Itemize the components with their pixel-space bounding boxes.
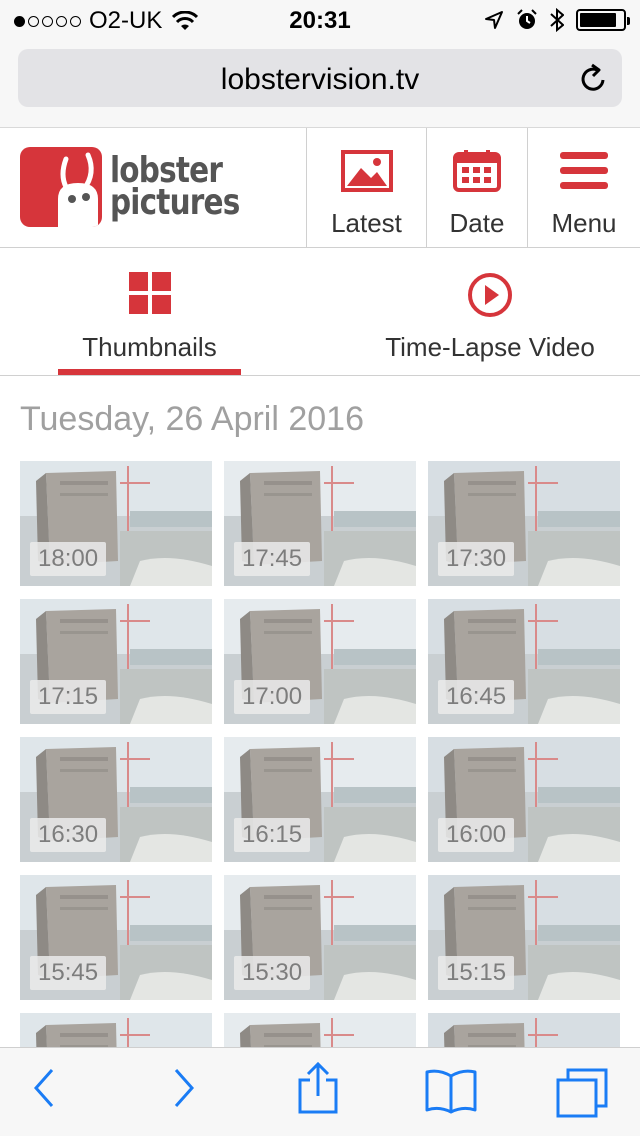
address-bar-area: lobstervision.tv bbox=[0, 40, 640, 128]
thumbnail[interactable]: 16:30 bbox=[20, 737, 212, 862]
tab-thumbnails[interactable]: Thumbnails bbox=[58, 248, 241, 376]
logo-line2: pictures bbox=[110, 182, 240, 223]
thumbnail-time-label: 17:00 bbox=[234, 680, 311, 714]
tab-time-lapse-label: Time-Lapse Video bbox=[385, 332, 595, 362]
battery-icon bbox=[576, 9, 630, 31]
share-icon[interactable] bbox=[296, 1062, 340, 1114]
thumbnail-time-label: 16:30 bbox=[30, 818, 107, 852]
alarm-icon bbox=[517, 9, 537, 29]
bookmarks-icon[interactable] bbox=[424, 1068, 478, 1114]
view-tabs: Thumbnails Time-Lapse Video bbox=[0, 248, 640, 376]
thumbnail[interactable] bbox=[428, 1013, 620, 1047]
thumbnail-time-label: 17:30 bbox=[438, 542, 515, 576]
thumbnail[interactable]: 15:30 bbox=[224, 875, 416, 1000]
tab-thumbnails-label: Thumbnails bbox=[82, 332, 217, 362]
nav-latest-label: Latest bbox=[331, 208, 402, 238]
thumbnail-time-label: 16:00 bbox=[438, 818, 515, 852]
thumbnail[interactable]: 16:45 bbox=[428, 599, 620, 724]
thumbnail[interactable]: 15:45 bbox=[20, 875, 212, 1000]
thumbnail[interactable]: 16:00 bbox=[428, 737, 620, 862]
thumbnail-time-label: 16:45 bbox=[438, 680, 515, 714]
grid-icon bbox=[128, 272, 171, 314]
thumbnail[interactable]: 17:15 bbox=[20, 599, 212, 724]
thumbnail[interactable]: 17:00 bbox=[224, 599, 416, 724]
active-tab-indicator bbox=[58, 369, 241, 375]
site-header: lobster pictures Latest Date Menu bbox=[0, 128, 640, 248]
logo-text: lobster pictures bbox=[110, 153, 240, 223]
thumbnail-grid: 18:00 17:45 17:30 17:15 17:00 16:45 16:30 16:15… bbox=[20, 461, 620, 1047]
bluetooth-icon bbox=[550, 8, 564, 32]
tabs-icon[interactable] bbox=[556, 1068, 608, 1118]
date-heading: Tuesday, 26 April 2016 bbox=[20, 400, 365, 438]
thumbnail-time-label: 17:15 bbox=[30, 680, 107, 714]
reload-icon[interactable] bbox=[580, 63, 608, 93]
nav-latest-button[interactable]: Latest bbox=[306, 128, 426, 248]
thumbnail[interactable]: 16:15 bbox=[224, 737, 416, 862]
image-icon bbox=[340, 150, 393, 192]
site-logo[interactable]: lobster pictures bbox=[20, 147, 268, 227]
thumbnail-time-label: 15:30 bbox=[234, 956, 311, 990]
calendar-icon bbox=[453, 150, 501, 192]
url-text: lobstervision.tv bbox=[220, 63, 420, 96]
status-bar: O2-UK 20:31 bbox=[0, 0, 640, 40]
thumbnail-time-label: 15:45 bbox=[30, 956, 107, 990]
back-icon[interactable] bbox=[32, 1066, 56, 1110]
browser-toolbar bbox=[0, 1047, 640, 1136]
forward-icon[interactable] bbox=[172, 1066, 196, 1110]
nav-menu-label: Menu bbox=[551, 208, 617, 238]
thumbnail[interactable]: 17:30 bbox=[428, 461, 620, 586]
status-right bbox=[484, 8, 630, 32]
thumbnail[interactable]: 15:15 bbox=[428, 875, 620, 1000]
thumbnail[interactable]: 18:00 bbox=[20, 461, 212, 586]
thumbnail[interactable] bbox=[20, 1013, 212, 1047]
construction-photo bbox=[20, 1013, 212, 1047]
construction-photo bbox=[428, 1013, 620, 1047]
tab-time-lapse-video[interactable]: Time-Lapse Video bbox=[370, 248, 610, 376]
thumbnail-time-label: 18:00 bbox=[30, 542, 107, 576]
location-icon bbox=[485, 11, 503, 29]
nav-date-button[interactable]: Date bbox=[426, 128, 527, 248]
play-icon bbox=[468, 273, 512, 317]
nav-menu-button[interactable]: Menu bbox=[527, 128, 640, 248]
construction-photo bbox=[224, 1013, 416, 1047]
hamburger-icon bbox=[560, 152, 608, 189]
thumbnail-time-label: 15:15 bbox=[438, 956, 515, 990]
thumbnail-time-label: 16:15 bbox=[234, 818, 311, 852]
thumbnail[interactable]: 17:45 bbox=[224, 461, 416, 586]
thumbnail-time-label: 17:45 bbox=[234, 542, 311, 576]
thumbnail[interactable] bbox=[224, 1013, 416, 1047]
lobster-logo-icon bbox=[20, 147, 102, 227]
address-bar[interactable]: lobstervision.tv bbox=[18, 49, 622, 107]
nav-date-label: Date bbox=[449, 208, 505, 238]
